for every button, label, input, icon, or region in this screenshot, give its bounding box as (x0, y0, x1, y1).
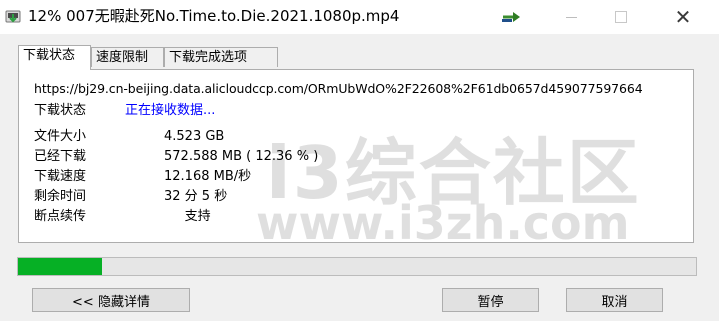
download-progress-bar (17, 257, 697, 276)
close-icon: ✕ (674, 5, 692, 29)
speed-label: 下载速度 (34, 169, 87, 184)
maximize-button[interactable] (598, 0, 644, 34)
window-title: 12% 007无暇赴死No.Time.to.Die.2021.1080p.mp4 (28, 7, 400, 25)
maximize-icon (615, 11, 627, 23)
cancel-button[interactable]: 取消 (566, 288, 663, 312)
green-arrow-icon[interactable] (492, 0, 532, 34)
minimize-button[interactable] (548, 0, 594, 34)
time-remaining-value: 32 分 5 秒 (164, 189, 228, 204)
resume-label: 断点续传 (34, 209, 87, 224)
file-size-value: 4.523 GB (164, 129, 225, 144)
tab-completion-options[interactable]: 下载完成选项 (164, 47, 278, 67)
time-remaining-label: 剩余时间 (34, 189, 87, 204)
speed-value: 12.168 MB/秒 (164, 169, 252, 184)
download-url: https://bj29.cn-beijing.data.alicloudccp… (34, 81, 643, 96)
progress-fill (18, 258, 102, 275)
file-size-label: 文件大小 (34, 129, 87, 144)
tab-download-status[interactable]: 下载状态 (18, 45, 91, 70)
status-panel: https://bj29.cn-beijing.data.alicloudccp… (18, 69, 694, 243)
title-bar: 12% 007无暇赴死No.Time.to.Die.2021.1080p.mp4… (0, 0, 719, 34)
resume-value: 支持 (164, 209, 211, 224)
downloaded-label: 已经下载 (34, 149, 87, 164)
close-button[interactable]: ✕ (660, 0, 706, 34)
hide-details-button[interactable]: << 隐藏详情 (32, 288, 190, 312)
tab-speed-limit[interactable]: 速度限制 (91, 47, 164, 67)
download-manager-icon (5, 9, 21, 25)
status-label: 下载状态 (34, 103, 87, 118)
pause-button[interactable]: 暂停 (442, 288, 539, 312)
status-value: 正在接收数据... (125, 103, 216, 118)
minimize-icon (565, 16, 577, 18)
downloaded-value: 572.588 MB ( 12.36 % ) (164, 149, 319, 164)
